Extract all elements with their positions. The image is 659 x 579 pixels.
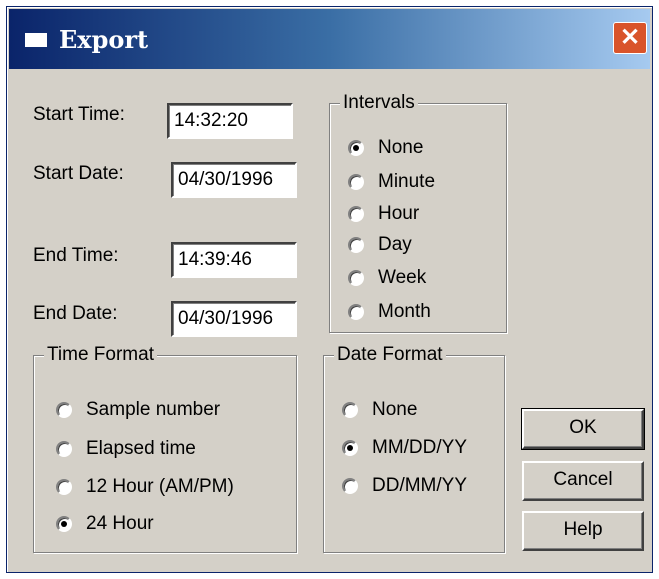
interval-label-day: Day: [378, 234, 412, 255]
interval-option-minute[interactable]: Minute: [348, 170, 435, 194]
interval-option-hour[interactable]: Hour: [348, 202, 419, 226]
radio-icon[interactable]: [56, 479, 72, 495]
close-button[interactable]: ✕: [613, 22, 647, 54]
time-format-option-12h[interactable]: 12 Hour (AM/PM): [56, 475, 234, 499]
date-format-option-mmddyy[interactable]: MM/DD/YY: [342, 436, 467, 460]
time-format-label-elapsed: Elapsed time: [86, 438, 196, 459]
window-icon: [25, 33, 47, 47]
radio-icon[interactable]: [348, 270, 364, 286]
time-format-group: Time Format Sample number Elapsed time 1…: [33, 344, 297, 553]
interval-option-day[interactable]: Day: [348, 233, 412, 257]
radio-icon[interactable]: [348, 206, 364, 222]
time-format-label-sample: Sample number: [86, 399, 221, 420]
intervals-title: Intervals: [340, 92, 418, 114]
interval-option-none[interactable]: None: [348, 136, 423, 160]
start-date-input[interactable]: 04/30/1996: [171, 162, 297, 198]
radio-icon[interactable]: [56, 516, 72, 532]
time-format-title: Time Format: [44, 344, 157, 366]
interval-label-week: Week: [378, 267, 427, 288]
date-format-title: Date Format: [334, 344, 446, 366]
export-dialog: Export ✕ Start Time: 14:32:20 Start Date…: [6, 6, 653, 573]
end-time-input[interactable]: 14:39:46: [171, 242, 297, 278]
start-date-label: Start Date:: [33, 163, 124, 184]
time-format-option-24h[interactable]: 24 Hour: [56, 512, 154, 536]
date-format-option-none[interactable]: None: [342, 398, 417, 422]
end-date-label: End Date:: [33, 303, 118, 324]
radio-icon[interactable]: [56, 441, 72, 457]
title-bar[interactable]: Export ✕: [9, 9, 650, 69]
time-format-option-sample[interactable]: Sample number: [56, 398, 220, 422]
start-time-input[interactable]: 14:32:20: [167, 103, 293, 139]
date-format-label-ddmmyy: DD/MM/YY: [372, 475, 467, 496]
help-button[interactable]: Help: [522, 511, 644, 551]
radio-icon[interactable]: [342, 478, 358, 494]
time-format-label-12h: 12 Hour (AM/PM): [86, 476, 234, 497]
window-title: Export: [59, 25, 149, 54]
date-format-label-none: None: [372, 399, 418, 420]
time-format-option-elapsed[interactable]: Elapsed time: [56, 437, 196, 461]
cancel-button[interactable]: Cancel: [522, 461, 644, 501]
interval-option-month[interactable]: Month: [348, 300, 431, 324]
radio-icon[interactable]: [348, 174, 364, 190]
start-time-label: Start Time:: [33, 104, 125, 125]
interval-label-month: Month: [378, 301, 431, 322]
radio-icon[interactable]: [348, 237, 364, 253]
radio-icon[interactable]: [342, 402, 358, 418]
date-format-label-mmddyy: MM/DD/YY: [372, 437, 467, 458]
radio-icon[interactable]: [342, 440, 358, 456]
ok-button[interactable]: OK: [521, 408, 645, 450]
end-date-input[interactable]: 04/30/1996: [171, 301, 297, 337]
time-format-label-24h: 24 Hour: [86, 513, 154, 534]
radio-icon[interactable]: [56, 402, 72, 418]
interval-label-hour: Hour: [378, 203, 420, 224]
interval-label-minute: Minute: [378, 171, 436, 192]
date-format-option-ddmmyy[interactable]: DD/MM/YY: [342, 474, 467, 498]
radio-icon[interactable]: [348, 140, 364, 156]
end-time-label: End Time:: [33, 245, 119, 266]
interval-option-week[interactable]: Week: [348, 266, 426, 290]
radio-icon[interactable]: [348, 304, 364, 320]
interval-label-none: None: [378, 137, 424, 158]
intervals-group: Intervals None Minute Hour Day Week Mont…: [329, 92, 507, 333]
date-format-group: Date Format None MM/DD/YY DD/MM/YY: [323, 344, 505, 553]
